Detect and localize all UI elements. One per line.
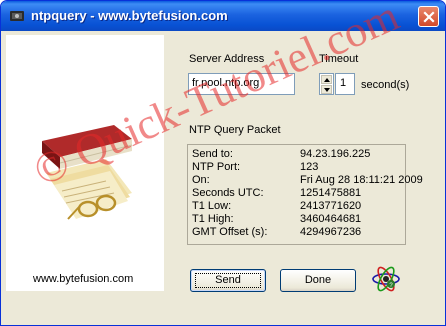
result-value: 123: [300, 161, 319, 173]
result-value: Fri Aug 28 18:11:21 2009: [300, 174, 423, 186]
ntpquery-app-icon[interactable]: [9, 8, 25, 24]
result-value: 3460464681: [300, 213, 362, 225]
timeout-input[interactable]: 1: [335, 73, 355, 95]
close-button[interactable]: [418, 6, 439, 27]
ntp-query-packet-box: Send to: 94.23.196.225 NTP Port: 123 On:…: [187, 144, 423, 245]
result-value: 94.23.196.225: [300, 148, 371, 160]
spin-down-button[interactable]: [321, 85, 332, 94]
timeout-spinner[interactable]: [319, 73, 334, 95]
bytefusion-link[interactable]: www.bytefusion.com: [33, 273, 133, 285]
books-and-glasses-illustration: [42, 125, 133, 220]
result-key: Seconds UTC:: [192, 187, 264, 199]
result-key: T1 Low:: [192, 200, 232, 212]
result-key: On:: [192, 174, 210, 186]
ntp-query-packet-label: NTP Query Packet: [189, 124, 281, 136]
done-button[interactable]: Done: [280, 269, 356, 292]
ntpquery-window: ntpquery - www.bytefusion.com www.bytefu…: [0, 0, 446, 326]
result-key: Send to:: [192, 148, 233, 160]
timeout-label: Timeout: [319, 53, 359, 65]
result-value: 4294967236: [300, 226, 362, 238]
focus-ring: [195, 273, 261, 288]
close-icon: [423, 11, 435, 23]
sidebar-panel: www.bytefusion.com: [6, 35, 164, 291]
window-title: ntpquery - www.bytefusion.com: [31, 8, 228, 23]
result-value: 1251475881: [300, 187, 362, 199]
result-value: 2413771620: [300, 200, 362, 212]
result-key: GMT Offset (s):: [192, 226, 268, 238]
server-address-label: Server Address: [189, 53, 265, 65]
arrow-up-icon: [324, 78, 330, 82]
server-address-input[interactable]: fr.pool.ntp.org: [188, 73, 295, 95]
atom-icon[interactable]: ?: [371, 265, 401, 293]
arrow-down-icon: [324, 88, 330, 92]
done-button-label: Done: [304, 274, 332, 286]
title-bar[interactable]: ntpquery - www.bytefusion.com: [1, 1, 445, 31]
timeout-unit-label: second(s): [361, 79, 410, 91]
send-button[interactable]: Send: [190, 269, 266, 292]
result-key: T1 High:: [192, 213, 234, 225]
spin-up-button[interactable]: [321, 75, 332, 84]
result-key: NTP Port:: [192, 161, 241, 173]
